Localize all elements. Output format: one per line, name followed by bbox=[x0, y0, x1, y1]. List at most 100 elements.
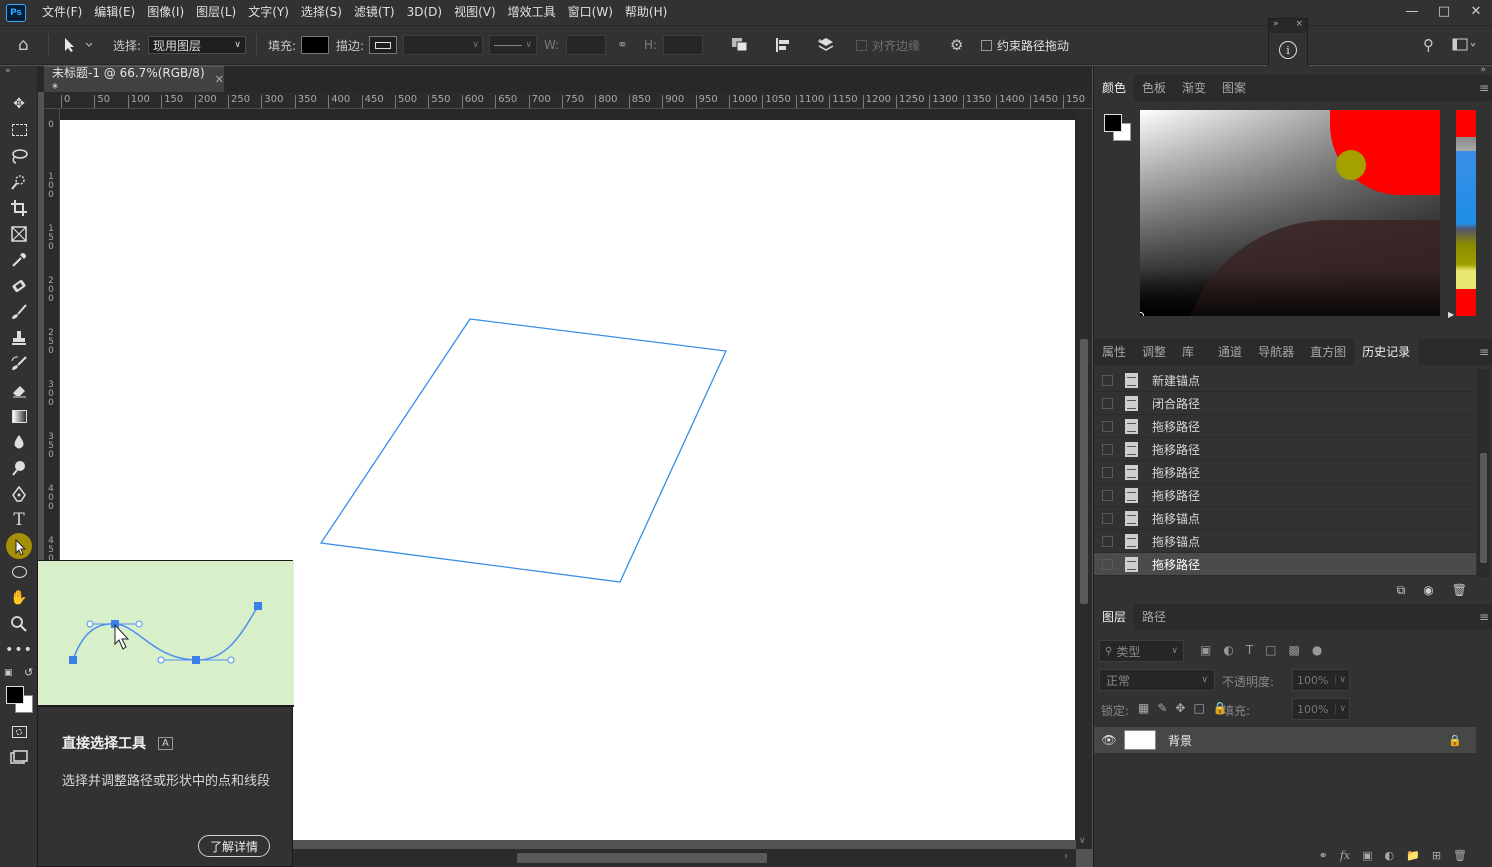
lock-artboard-icon[interactable]: □ bbox=[1193, 701, 1204, 715]
search-icon[interactable]: ⚲ bbox=[1423, 26, 1434, 64]
history-snapshot-checkbox[interactable] bbox=[1102, 397, 1113, 409]
lock-position-icon[interactable]: ✥ bbox=[1175, 701, 1185, 715]
camera-snapshot-icon[interactable]: ◉ bbox=[1423, 583, 1433, 597]
tab-paths[interactable]: 路径 bbox=[1134, 604, 1174, 630]
color-picker-field[interactable] bbox=[1140, 110, 1440, 316]
pen-tool-icon[interactable] bbox=[7, 483, 31, 505]
history-item[interactable]: 拖移路径 bbox=[1094, 438, 1476, 461]
path-arrangement-icon[interactable] bbox=[816, 26, 836, 64]
close-tab-icon[interactable]: ✕ bbox=[215, 73, 224, 86]
lock-transparency-icon[interactable]: ▦ bbox=[1138, 701, 1149, 715]
filter-toggle-icon[interactable]: ● bbox=[1312, 643, 1322, 657]
history-item[interactable]: 拖移路径 bbox=[1094, 484, 1476, 507]
history-item[interactable]: 拖移路径 bbox=[1094, 415, 1476, 438]
info-icon[interactable]: i bbox=[1279, 41, 1297, 59]
layer-mask-icon[interactable]: ▣ bbox=[1362, 849, 1372, 862]
direct-select-tool-preset[interactable] bbox=[62, 26, 92, 64]
panel-menu-icon[interactable]: ≡ bbox=[1479, 81, 1489, 95]
opacity-input[interactable]: 100% ∨ bbox=[1292, 669, 1350, 691]
color-panel-foreground-swatch[interactable] bbox=[1104, 114, 1122, 132]
direct-selection-tool-active[interactable] bbox=[6, 533, 32, 559]
eye-visibility-icon[interactable]: 👁 bbox=[1094, 733, 1124, 747]
tab-adjustments[interactable]: 调整 bbox=[1134, 339, 1174, 365]
expand-icon[interactable]: » bbox=[1273, 19, 1279, 33]
screen-mode-icon[interactable] bbox=[7, 747, 31, 769]
menu-help[interactable]: 帮助(H) bbox=[619, 0, 673, 25]
menu-file[interactable]: 文件(F) bbox=[36, 0, 88, 25]
history-snapshot-checkbox[interactable] bbox=[1102, 558, 1113, 570]
type-tool-icon[interactable]: T bbox=[7, 509, 31, 531]
panel-menu-icon[interactable]: ≡ bbox=[1479, 610, 1489, 624]
maximize-button[interactable]: □ bbox=[1428, 0, 1460, 22]
menu-layer[interactable]: 图层(L) bbox=[190, 0, 242, 25]
default-colors-icon[interactable]: ▣ bbox=[4, 668, 13, 678]
history-snapshot-checkbox[interactable] bbox=[1102, 512, 1113, 524]
new-layer-icon[interactable]: ⊞ bbox=[1432, 849, 1441, 862]
blend-mode-dropdown[interactable]: 正常 ∨ bbox=[1099, 669, 1215, 691]
horizontal-scrollbar[interactable]: › bbox=[293, 849, 1076, 867]
quadrilateral-path[interactable] bbox=[319, 318, 727, 583]
menu-image[interactable]: 图像(I) bbox=[141, 0, 190, 25]
smart-object-filter-icon[interactable]: ▩ bbox=[1289, 643, 1300, 657]
height-input[interactable] bbox=[663, 35, 703, 55]
close-icon[interactable]: × bbox=[1295, 19, 1303, 33]
history-snapshot-checkbox[interactable] bbox=[1102, 535, 1113, 547]
gradient-tool-icon[interactable] bbox=[7, 405, 31, 427]
menu-plugins[interactable]: 增效工具 bbox=[502, 0, 562, 25]
link-icon[interactable]: ⚭ bbox=[617, 26, 628, 64]
quick-mask-icon[interactable] bbox=[7, 721, 31, 743]
menu-view[interactable]: 视图(V) bbox=[448, 0, 502, 25]
minimize-button[interactable]: — bbox=[1396, 0, 1428, 22]
scroll-down-icon[interactable]: ∨ bbox=[1079, 836, 1086, 846]
layer-style-fx-icon[interactable]: fx bbox=[1340, 849, 1350, 862]
vertical-scroll-thumb[interactable] bbox=[1080, 339, 1088, 604]
tab-history[interactable]: 历史记录 bbox=[1354, 339, 1419, 365]
width-input[interactable] bbox=[566, 35, 606, 55]
clone-stamp-tool-icon[interactable] bbox=[7, 327, 31, 349]
history-snapshot-checkbox[interactable] bbox=[1102, 489, 1113, 501]
new-group-icon[interactable]: 📁 bbox=[1406, 849, 1420, 862]
adjustment-filter-icon[interactable]: ◐ bbox=[1223, 643, 1233, 657]
layer-filter-dropdown[interactable]: ⚲ 类型 ∨ bbox=[1099, 640, 1184, 662]
learn-more-button[interactable]: 了解详情 bbox=[198, 835, 270, 857]
tab-histogram[interactable]: 直方图 bbox=[1302, 339, 1354, 365]
tab-color[interactable]: 颜色 bbox=[1094, 75, 1135, 101]
swap-colors-icon[interactable]: ↺ bbox=[24, 666, 33, 679]
history-item[interactable]: 拖移锚点 bbox=[1094, 530, 1476, 553]
healing-brush-tool-icon[interactable] bbox=[7, 275, 31, 297]
vertical-scrollbar[interactable]: ∨ bbox=[1076, 109, 1092, 849]
tab-libraries[interactable]: 库 bbox=[1174, 339, 1202, 365]
tab-properties[interactable]: 属性 bbox=[1094, 339, 1134, 365]
panel-menu-icon[interactable]: ≡ bbox=[1479, 345, 1489, 359]
trash-icon[interactable]: 🗑 bbox=[1452, 583, 1467, 597]
fill-swatch[interactable] bbox=[301, 36, 329, 54]
link-layers-icon[interactable]: ⚭ bbox=[1319, 849, 1328, 862]
hue-slider[interactable] bbox=[1456, 110, 1476, 316]
crop-tool-icon[interactable] bbox=[7, 197, 31, 219]
menu-filter[interactable]: 滤镜(T) bbox=[348, 0, 401, 25]
constrain-path-checkbox[interactable] bbox=[981, 39, 992, 51]
tab-patterns[interactable]: 图案 bbox=[1214, 75, 1254, 101]
history-snapshot-checkbox[interactable] bbox=[1102, 443, 1113, 455]
horizontal-scroll-thumb[interactable] bbox=[517, 853, 767, 863]
adjustment-layer-icon[interactable]: ◐ bbox=[1385, 849, 1395, 862]
menu-select[interactable]: 选择(S) bbox=[295, 0, 348, 25]
history-item[interactable]: 拖移路径 bbox=[1094, 553, 1476, 576]
history-item[interactable]: 拖移路径 bbox=[1094, 461, 1476, 484]
document-tab[interactable]: 未标题-1 @ 66.7%(RGB/8) * ✕ bbox=[44, 66, 224, 95]
frame-tool-icon[interactable] bbox=[7, 223, 31, 245]
tab-swatches[interactable]: 色板 bbox=[1134, 75, 1174, 101]
home-icon[interactable]: ⌂ bbox=[18, 26, 29, 64]
stroke-width-input[interactable]: ∨ bbox=[403, 35, 483, 55]
history-item[interactable]: 闭合路径 bbox=[1094, 392, 1476, 415]
path-operations-icon[interactable] bbox=[731, 26, 749, 64]
scroll-right-icon[interactable]: › bbox=[1064, 851, 1068, 862]
stroke-swatch[interactable] bbox=[369, 36, 397, 54]
tab-gradients[interactable]: 渐变 bbox=[1174, 75, 1214, 101]
dodge-tool-icon[interactable] bbox=[7, 457, 31, 479]
menu-window[interactable]: 窗口(W) bbox=[562, 0, 619, 25]
collapse-toolbar-icon[interactable]: » bbox=[0, 66, 37, 78]
history-scrollbar[interactable] bbox=[1477, 369, 1490, 577]
stroke-type-dropdown[interactable]: ∨ bbox=[489, 35, 537, 55]
move-tool-icon[interactable]: ✥ bbox=[7, 93, 31, 115]
